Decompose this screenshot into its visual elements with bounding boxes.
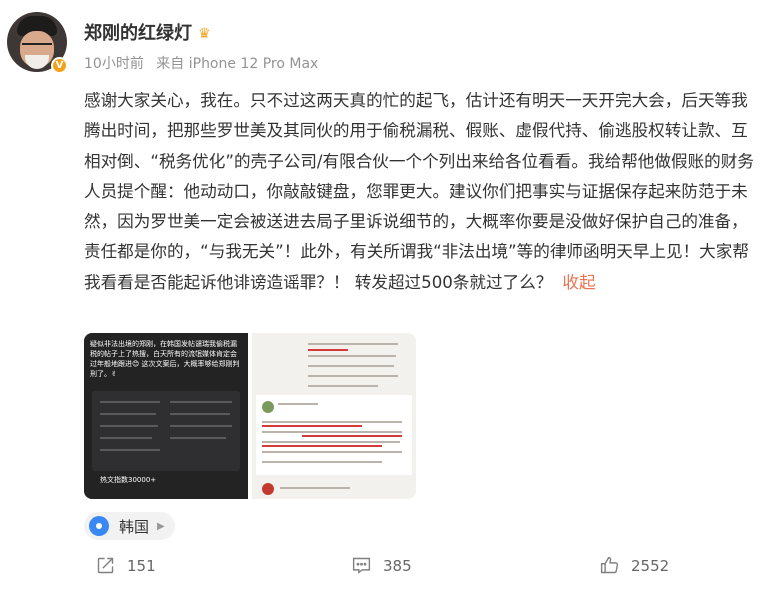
collapse-button[interactable]: 收起: [562, 273, 595, 292]
post-source: 来自 iPhone 12 Pro Max: [156, 56, 319, 72]
post-meta: 10小时前 来自 iPhone 12 Pro Max: [84, 53, 318, 73]
like-count: 2552: [631, 556, 670, 575]
author-name[interactable]: 郑刚的红绿灯: [84, 23, 192, 44]
location-tag[interactable]: 韩国 ▶: [84, 512, 175, 540]
like-button[interactable]: 2552: [599, 555, 669, 576]
repost-icon: [97, 557, 114, 574]
post-image-1[interactable]: 疑似非法出境的郑刚，在韩国发帖谴瑞我偷税漏税的帖子上了热搜，白天所有的流氓媒体肯…: [84, 333, 248, 499]
author-name-row[interactable]: 郑刚的红绿灯 ♛: [84, 19, 211, 45]
location-label: 韩国: [119, 517, 150, 536]
verified-badge-icon: V: [51, 57, 68, 74]
location-pin-icon: [89, 516, 109, 536]
repost-button[interactable]: 151: [95, 555, 156, 576]
image-2-card: [256, 395, 412, 475]
post-body: 感谢大家关心，我在。只不过这两天真的忙的起飞，估计还有明天一天开完大会，后天等我…: [84, 86, 756, 298]
thumbs-up-icon: [600, 556, 619, 574]
image-1-card: [92, 391, 240, 471]
post-text: 感谢大家关心，我在。只不过这两天真的忙的起飞，估计还有明天一天开完大会，后天等我…: [84, 91, 754, 292]
image-1-caption: 疑似非法出境的郑刚，在韩国发帖谴瑞我偷税漏税的帖子上了热搜，白天所有的流氓媒体肯…: [90, 340, 240, 378]
repost-count: 151: [127, 556, 156, 575]
post-image-2[interactable]: [252, 333, 416, 499]
image-1-footer: 热文指数30000+: [100, 476, 157, 484]
comment-count: 385: [383, 556, 412, 575]
chevron-right-icon: ▶: [157, 520, 165, 532]
comment-button[interactable]: 385: [351, 555, 412, 576]
avatar-beard: [25, 55, 49, 69]
post-time[interactable]: 10小时前: [84, 56, 144, 72]
crown-icon: ♛: [198, 26, 211, 42]
comment-icon: [352, 557, 371, 574]
avatar-glasses: [22, 43, 52, 51]
